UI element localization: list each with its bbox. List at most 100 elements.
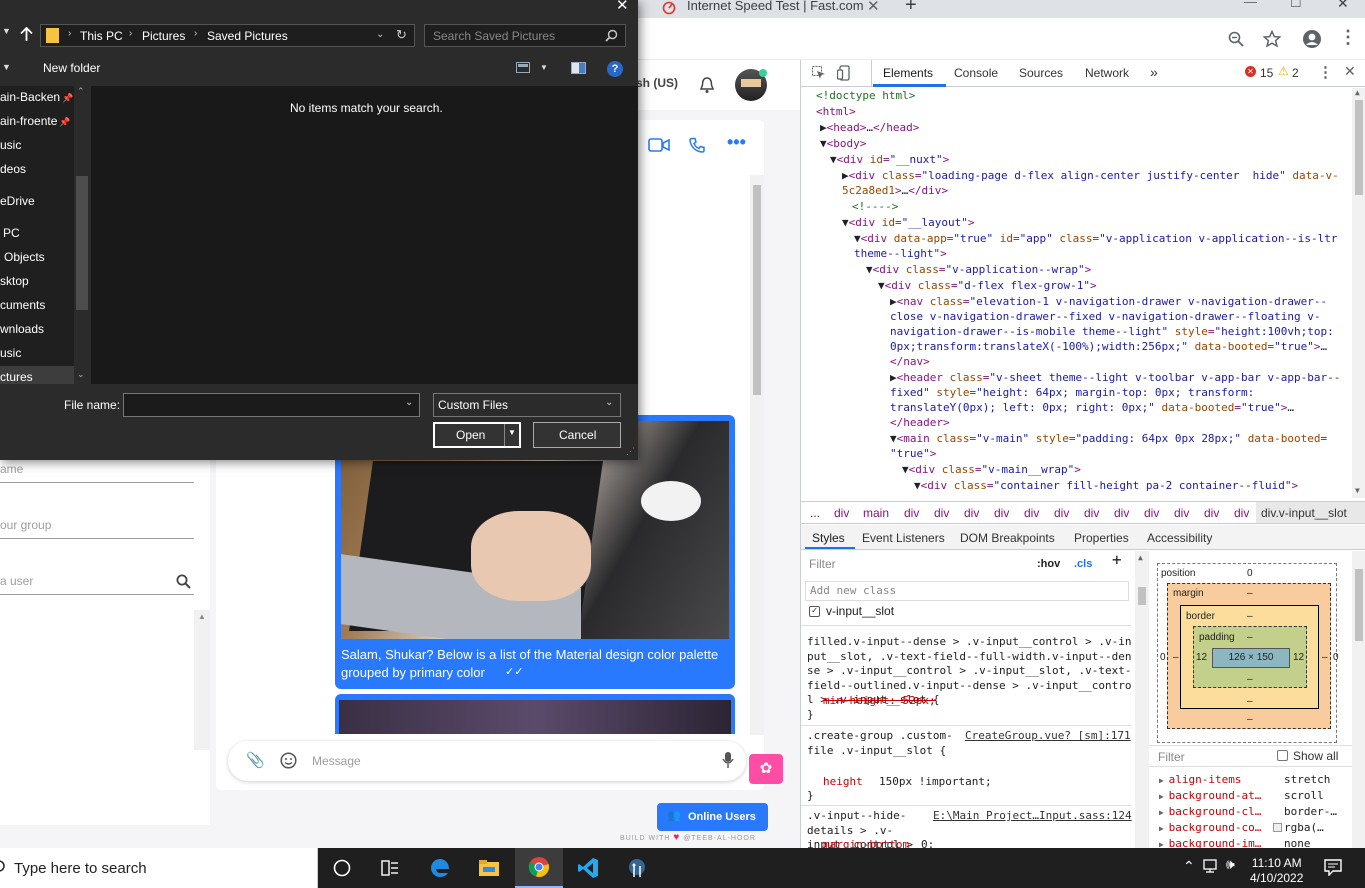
computed-row[interactable]: ▶ align-items stretch	[1159, 772, 1352, 788]
add-class-input[interactable]: Add new class	[805, 581, 1129, 601]
dom-line[interactable]: <!---->	[852, 199, 898, 215]
scrollbar-thumb[interactable]	[1138, 587, 1146, 605]
breadcrumb-active[interactable]: div.v-input__slot	[1256, 502, 1365, 523]
breadcrumb-item[interactable]: div	[834, 506, 849, 520]
file-list-pane[interactable]: No items match your search.	[91, 86, 638, 384]
taskbar-clock[interactable]: 11:10 AM 4/10/2022	[1250, 856, 1303, 886]
breadcrumb-item[interactable]: div	[1024, 506, 1039, 520]
rule1-property[interactable]: min-height: 52px;	[823, 694, 936, 709]
rule2-property-value[interactable]: 150px !important;	[879, 775, 992, 790]
nav-item-main-frontend[interactable]: ain-froente 📌	[0, 114, 71, 128]
dom-line[interactable]: ▶<div class="loading-page d-flex align-c…	[842, 168, 1339, 184]
dom-line[interactable]: ▶<nav class="elevation-1 v-navigation-dr…	[890, 294, 1327, 310]
breadcrumb-item[interactable]: div	[1174, 506, 1189, 520]
dom-tree[interactable]: <!doctype html> <html> ▶<head>…</head> ▼…	[801, 88, 1352, 498]
dom-line[interactable]: fixed" style="height: 64px; margin-top: …	[890, 385, 1254, 401]
dom-line[interactable]: ▼<main class="v-main" style="padding: 64…	[890, 431, 1327, 447]
breadcrumb-item[interactable]: div	[1084, 506, 1099, 520]
breadcrumb-item[interactable]: div	[1144, 506, 1159, 520]
volume-icon[interactable]: 🕪	[1226, 856, 1235, 873]
group-name-field[interactable]: ame	[0, 462, 23, 476]
scroll-down-icon[interactable]: ⌄	[77, 369, 85, 380]
device-toolbar-icon[interactable]	[837, 65, 851, 81]
refresh-icon[interactable]: ↻	[396, 27, 407, 43]
inspect-element-icon[interactable]	[812, 66, 826, 80]
window-minimize-button[interactable]: —	[1244, 0, 1257, 9]
dom-scrollbar[interactable]: ▲ ▼	[1352, 88, 1365, 498]
subtab-properties[interactable]: Properties	[1074, 531, 1129, 545]
rule2-source-link[interactable]: CreateGroup.vue? [sm]:171	[965, 729, 1131, 744]
notification-bell-icon[interactable]	[699, 76, 715, 94]
dialog-close-icon[interactable]: ✕	[616, 0, 629, 14]
breadcrumb-item[interactable]: div	[1054, 506, 1069, 520]
view-dropdown-icon[interactable]: ▼	[540, 63, 548, 72]
breadcrumb-saved-pictures[interactable]: Saved Pictures	[207, 29, 288, 43]
emoji-icon[interactable]	[280, 752, 297, 769]
widgets-icon[interactable]	[366, 848, 414, 888]
edge-browser-icon[interactable]	[416, 848, 464, 888]
nav-scrollbar[interactable]: ⌃ ⌄	[74, 86, 91, 384]
show-all-checkbox[interactable]	[1277, 750, 1288, 761]
more-tabs-button[interactable]: »	[1150, 64, 1158, 80]
expand-icon[interactable]: ▶	[1159, 792, 1169, 801]
subtab-event-listeners[interactable]: Event Listeners	[862, 531, 945, 545]
new-folder-button[interactable]: New folder	[43, 61, 100, 75]
nav-item-videos[interactable]: deos	[0, 162, 26, 176]
file-explorer-icon[interactable]	[465, 848, 513, 888]
tab-elements[interactable]: Elements	[883, 66, 933, 80]
nav-item-onedrive[interactable]: eDrive	[0, 194, 35, 208]
window-maximize-button[interactable]: ☐	[1290, 0, 1302, 11]
tab-console[interactable]: Console	[954, 66, 998, 80]
tab-network[interactable]: Network	[1085, 66, 1129, 80]
message-input[interactable]: Message	[312, 754, 361, 768]
file-type-select[interactable]: Custom Files ⌄	[433, 393, 621, 417]
scroll-up-icon[interactable]: ▲	[1138, 553, 1143, 562]
nav-item-documents[interactable]: cuments	[0, 298, 45, 312]
cancel-button[interactable]: Cancel	[533, 422, 621, 448]
subtab-styles[interactable]: Styles	[812, 531, 845, 545]
dom-line[interactable]: </nav>	[890, 354, 930, 370]
address-dropdown-icon[interactable]: ⌄	[376, 29, 384, 40]
dom-line[interactable]: close v-navigation-drawer--fixed v-navig…	[890, 309, 1320, 325]
more-options-icon[interactable]: •••	[727, 132, 746, 153]
search-icon[interactable]	[176, 574, 191, 589]
chrome-taskbar-icon[interactable]	[515, 848, 563, 888]
dom-line[interactable]: navigation-drawer--is-mobile theme--ligh…	[890, 324, 1334, 340]
tray-overflow-icon[interactable]: ⌃	[1183, 858, 1195, 875]
recent-locations-icon[interactable]: ▼	[2, 26, 11, 36]
styles-filter-input[interactable]: Filter	[809, 557, 836, 572]
color-swatch[interactable]	[1273, 823, 1282, 832]
error-count[interactable]: 15	[1260, 66, 1273, 80]
devtools-menu-icon[interactable]: ⋮	[1318, 63, 1333, 81]
breadcrumb-pictures[interactable]: Pictures	[142, 29, 185, 43]
file-name-dropdown-icon[interactable]: ⌄	[405, 397, 413, 408]
window-close-button[interactable]: ✕	[1337, 0, 1349, 12]
help-icon[interactable]: ?	[607, 61, 623, 77]
dom-line[interactable]: theme--light">	[854, 246, 947, 262]
breadcrumb-item[interactable]: main	[863, 506, 889, 520]
nav-item-desktop[interactable]: sktop	[0, 274, 29, 288]
new-tab-button[interactable]: +	[905, 0, 917, 17]
scrollbar-thumb[interactable]	[76, 176, 88, 310]
nav-item-3d-objects[interactable]: Objects	[4, 250, 45, 264]
dom-line[interactable]: ▼<body>	[820, 136, 866, 152]
rule3-source-link[interactable]: E:\Main Project…Input.sass:124	[933, 809, 1132, 824]
breadcrumb-item[interactable]: div	[964, 506, 979, 520]
dom-line[interactable]: <!doctype html>	[816, 88, 915, 104]
tab-close-icon[interactable]: ✕	[867, 0, 880, 15]
dom-line[interactable]: ▼<div class="v-application--wrap">	[866, 262, 1091, 278]
notification-center-icon[interactable]	[1324, 858, 1342, 876]
expand-icon[interactable]: ▶	[1159, 808, 1169, 817]
file-name-input[interactable]: ⌄	[123, 393, 420, 417]
computed-scrollbar[interactable]	[1352, 551, 1365, 848]
browser-tab[interactable]: Internet Speed Test | Fast.com ✕	[650, 0, 890, 18]
nav-item-this-pc[interactable]: PC	[3, 226, 20, 240]
taskbar-search-box[interactable]: Type here to search	[0, 848, 318, 888]
settings-fab-icon[interactable]: ✿	[749, 754, 783, 784]
open-button[interactable]: Open ▼	[433, 422, 521, 448]
scrollbar-thumb[interactable]	[753, 185, 761, 395]
nav-item-main-backend[interactable]: ain-Backen 📌	[0, 90, 73, 104]
cls-toggle[interactable]: .cls	[1074, 557, 1092, 572]
dom-line[interactable]: ▼<div id="__layout">	[842, 215, 974, 231]
expand-icon[interactable]: ▶	[1159, 776, 1169, 785]
